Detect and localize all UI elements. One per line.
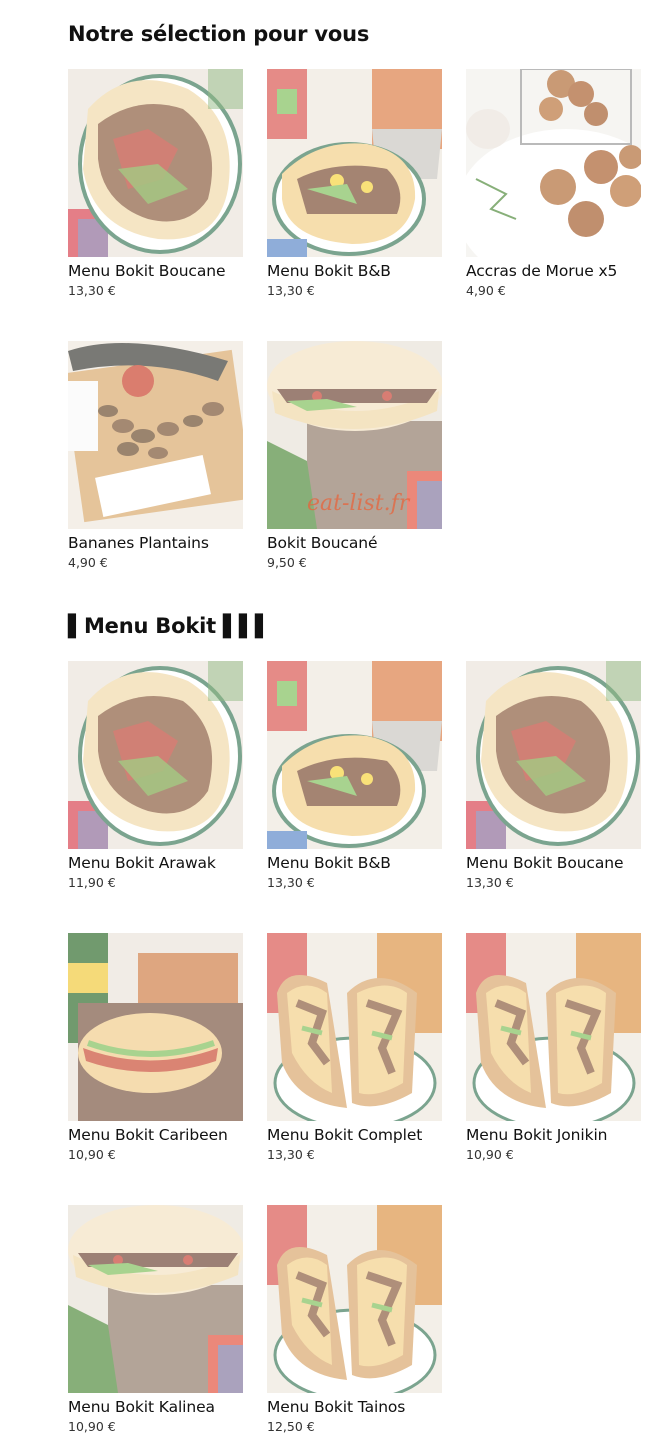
menu-item-card[interactable]: Menu Bokit Caribeen 10,90 € (68, 933, 243, 1162)
menu-item-price: 4,90 € (68, 555, 108, 570)
menu-item-card[interactable]: Menu Bokit B&B 13,30 € (267, 69, 442, 298)
section-title-menu-bokit: ▌Menu Bokit ▌▌▌ (68, 614, 271, 638)
menu-item-photo[interactable] (68, 341, 243, 529)
menu-item-price: 13,30 € (267, 1147, 315, 1162)
menu-item-price: 13,30 € (267, 283, 315, 298)
menu-item-name: Menu Bokit Caribeen (68, 1126, 228, 1144)
menu-item-price: 11,90 € (68, 875, 116, 890)
menu-item-name: Menu Bokit Kalinea (68, 1398, 215, 1416)
menu-item-price: 10,90 € (68, 1419, 116, 1434)
menu-item-name: Menu Bokit Boucane (466, 854, 624, 872)
menu-item-card[interactable]: Accras de Morue x5 4,90 € (466, 69, 641, 298)
menu-item-photo[interactable]: eat-list.fr (267, 341, 442, 529)
menu-item-price: 13,30 € (68, 283, 116, 298)
menu-item-name: Bokit Boucané (267, 534, 378, 552)
menu-item-price: 9,50 € (267, 555, 307, 570)
menu-item-card[interactable]: Menu Bokit Complet 13,30 € (267, 933, 442, 1162)
menu-item-name: Menu Bokit Jonikin (466, 1126, 608, 1144)
menu-item-card[interactable]: Menu Bokit Jonikin 10,90 € (466, 933, 641, 1162)
menu-item-card[interactable]: Menu Bokit B&B 13,30 € (267, 661, 442, 890)
menu-item-photo[interactable] (68, 933, 243, 1121)
menu-item-name: Menu Bokit Tainos (267, 1398, 406, 1416)
menu-item-price: 13,30 € (466, 875, 514, 890)
menu-item-card[interactable]: Menu Bokit Arawak 11,90 € (68, 661, 243, 890)
menu-item-photo[interactable] (68, 69, 243, 257)
menu-item-card[interactable]: Bananes Plantains 4,90 € (68, 341, 243, 570)
menu-item-price: 13,30 € (267, 875, 315, 890)
menu-item-name: Menu Bokit B&B (267, 262, 391, 280)
menu-page: Notre sélection pour vous Menu Bokit Bou… (0, 0, 645, 1447)
menu-item-name: Accras de Morue x5 (466, 262, 618, 280)
menu-item-photo[interactable] (68, 1205, 243, 1393)
menu-item-price: 4,90 € (466, 283, 506, 298)
menu-item-photo[interactable] (267, 1205, 442, 1393)
menu-item-name: Bananes Plantains (68, 534, 209, 552)
menu-item-name: Menu Bokit Boucane (68, 262, 226, 280)
menu-item-photo[interactable] (267, 661, 442, 849)
menu-item-photo[interactable] (267, 69, 442, 257)
menu-item-card[interactable]: eat-list.fr Bokit Boucané 9,50 € (267, 341, 442, 570)
menu-item-name: Menu Bokit B&B (267, 854, 391, 872)
menu-item-card[interactable]: Menu Bokit Boucane 13,30 € (68, 69, 243, 298)
menu-item-name: Menu Bokit Arawak (68, 854, 216, 872)
menu-item-price: 12,50 € (267, 1419, 315, 1434)
menu-item-price: 10,90 € (68, 1147, 116, 1162)
menu-item-card[interactable]: Menu Bokit Kalinea 10,90 € (68, 1205, 243, 1434)
menu-item-card[interactable]: Menu Bokit Boucane 13,30 € (466, 661, 641, 890)
menu-item-card[interactable]: Menu Bokit Tainos 12,50 € (267, 1205, 442, 1434)
watermark-text: eat-list.fr (307, 491, 410, 516)
menu-item-photo[interactable] (466, 661, 641, 849)
section-title-selection: Notre sélection pour vous (68, 22, 370, 46)
menu-item-price: 10,90 € (466, 1147, 514, 1162)
menu-item-name: Menu Bokit Complet (267, 1126, 423, 1144)
menu-item-photo[interactable] (466, 69, 641, 257)
menu-item-photo[interactable] (466, 933, 641, 1121)
menu-item-photo[interactable] (68, 661, 243, 849)
menu-item-photo[interactable] (267, 933, 442, 1121)
